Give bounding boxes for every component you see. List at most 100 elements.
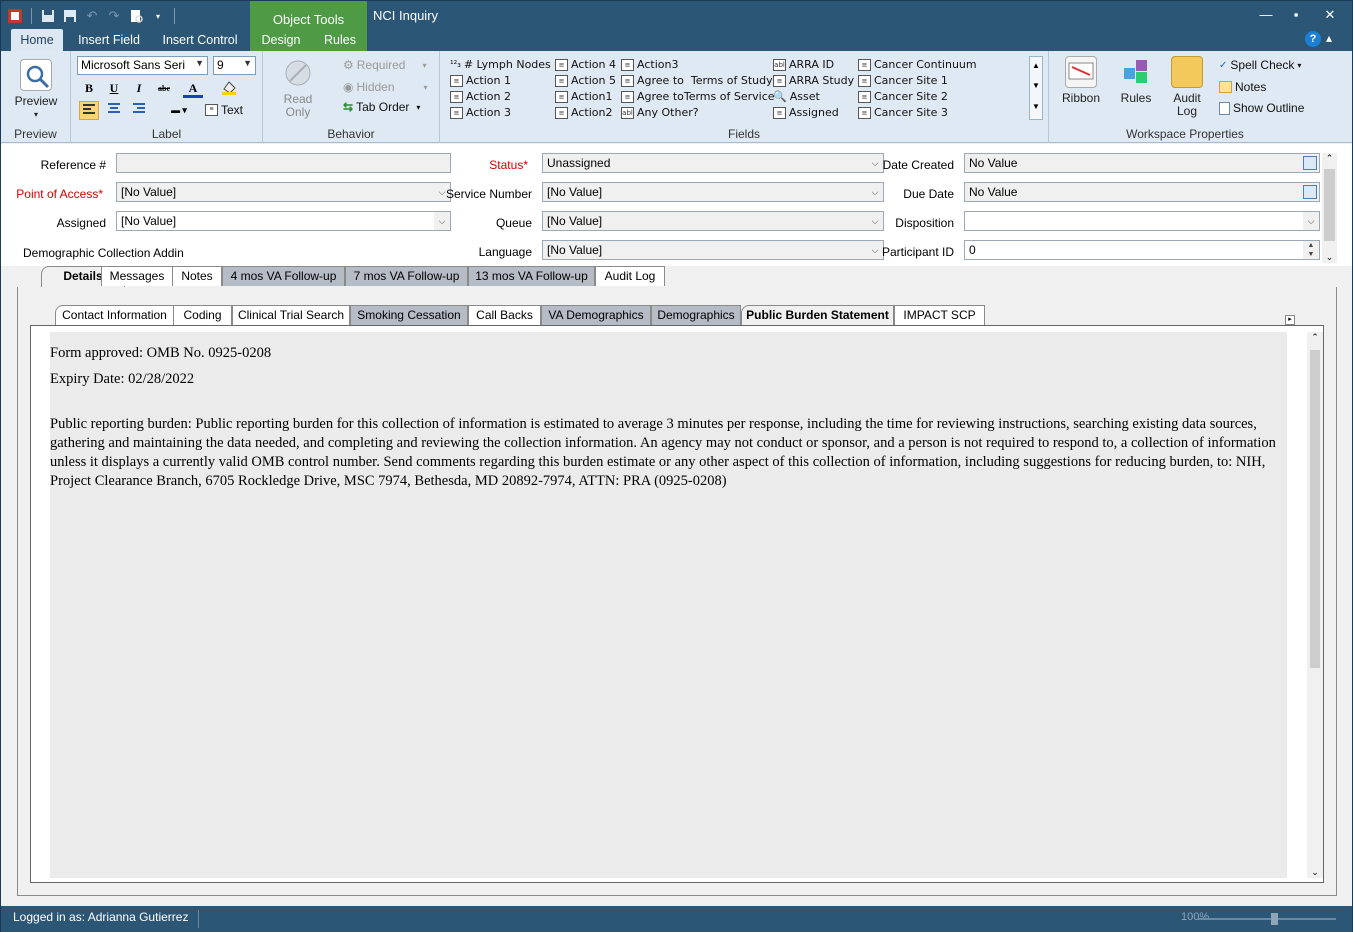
chevron-up-icon[interactable]: ⌃ [1307,332,1323,348]
field-agree-terms-study[interactable]: ≡ Agree to Terms of Study [621,74,773,87]
redo-icon[interactable]: ↷ [104,6,124,26]
calendar-icon[interactable] [1303,185,1317,199]
tab-design[interactable]: Design [255,29,307,51]
zoom-slider-handle[interactable] [1271,913,1278,925]
audit-log-button[interactable]: Audit Log [1165,56,1209,118]
scroll-thumb[interactable] [1310,350,1320,668]
field-assigned[interactable]: ≡ Assigned [773,106,839,119]
field-arra-id[interactable]: abl ARRA ID [773,58,834,71]
chevron-down-icon[interactable]: ⌄ [1307,867,1323,878]
field-asset[interactable]: 🔍 Asset [773,90,820,103]
tab-notes[interactable]: Notes [172,266,222,286]
ribbon-button[interactable]: Ribbon [1057,56,1105,105]
tab-coding[interactable]: Coding [173,305,232,325]
rules-button[interactable]: Rules [1115,56,1157,105]
tab-clinical-trial-search[interactable]: Clinical Trial Search [232,305,350,325]
tab-contact-information[interactable]: Contact Information [55,305,174,325]
close-icon[interactable]: ✕ [1315,5,1345,25]
maximize-icon[interactable]: ▪ [1281,5,1311,25]
undo-icon[interactable]: ↶ [82,6,102,26]
date-created-input[interactable]: No Value [964,153,1320,173]
tab-home[interactable]: Home [11,29,63,51]
customize-qat-icon[interactable]: ▾ [148,6,168,26]
gallery-expand-icon[interactable]: ▼ [1030,97,1042,117]
tab-4-mos-follow-up[interactable]: 4 mos VA Follow-up [222,266,345,286]
save-icon[interactable] [38,6,58,26]
field-action-1[interactable]: ≡ Action 1 [450,74,511,87]
disposition-select[interactable]: ⌵ [964,211,1320,231]
preview-button[interactable]: Preview ▾ [13,59,59,121]
print-preview-icon[interactable] [126,6,146,26]
underline-icon[interactable]: U [104,79,124,98]
form-scrollbar[interactable]: ⌃ ⌄ [1322,153,1337,263]
hidden-button[interactable]: ◉ Hidden ▾ [343,80,428,94]
align-center-icon[interactable] [104,101,124,120]
chevron-down-icon[interactable]: ⌄ [1322,252,1337,263]
ribbon-collapse-icon[interactable]: ▴ [1326,31,1340,47]
field-action-3[interactable]: ≡ Action 3 [450,106,511,119]
chevron-up-icon[interactable]: ⌃ [1322,153,1337,164]
app-menu-icon[interactable] [5,6,25,26]
tab-call-backs[interactable]: Call Backs [468,305,541,325]
save-close-icon[interactable] [60,6,80,26]
fill-color-icon[interactable] [219,79,239,98]
field-action-2[interactable]: ≡ Action 2 [450,90,511,103]
show-outline-button[interactable]: Show Outline [1219,101,1304,115]
tab-scroll-right-icon[interactable]: ▸ [1285,315,1295,325]
strikethrough-icon[interactable]: abc [154,79,174,98]
field-action2[interactable]: ≡ Action2 [555,106,612,119]
font-color-icon[interactable]: A [183,79,203,98]
tab-order-button[interactable]: ⇆ Tab Order ▾ [343,100,420,114]
field-action3[interactable]: ≡ Action3 [621,58,678,71]
field-any-other[interactable]: abl Any Other? [621,106,699,119]
chevron-down-icon[interactable]: ▼ [1030,75,1042,97]
reference-input[interactable] [116,153,451,173]
help-icon[interactable]: ? [1305,31,1321,47]
spell-check-button[interactable]: ✓ Spell Check ▾ [1219,58,1301,72]
tab-impact-scp[interactable]: IMPACT SCP [894,305,985,325]
queue-select[interactable]: [No Value] ⌵ [542,211,884,231]
spinner-icon[interactable]: ▲ ▼ [1303,241,1319,259]
status-select[interactable]: Unassigned ⌵ [542,153,884,173]
fields-gallery-scroll[interactable]: ▲ ▼ ▼ [1029,56,1043,120]
tab-demographics[interactable]: Demographics [651,305,741,325]
tab-smoking-cessation[interactable]: Smoking Cessation [350,305,468,325]
font-size-select[interactable]: 9 ▼ [213,56,256,75]
text-button[interactable]: ≡ Text [205,103,243,117]
tab-public-burden-statement[interactable]: Public Burden Statement [741,305,894,326]
language-select[interactable]: [No Value] ⌵ [542,240,884,260]
field-action-4[interactable]: ≡ Action 4 [555,58,616,71]
zoom-slider[interactable] [1198,918,1336,920]
field-cancer-site-1[interactable]: ≡ Cancer Site 1 [858,74,948,87]
notes-button[interactable]: Notes [1219,80,1266,94]
chevron-up-icon[interactable]: ▲ [1030,57,1042,75]
bold-icon[interactable]: B [79,79,99,98]
field-cancer-site-3[interactable]: ≡ Cancer Site 3 [858,106,948,119]
field-cancer-site-2[interactable]: ≡ Cancer Site 2 [858,90,948,103]
due-date-input[interactable]: No Value [964,182,1320,202]
calendar-icon[interactable] [1303,156,1317,170]
tab-audit-log[interactable]: Audit Log [595,266,665,286]
tab-insert-control[interactable]: Insert Control [154,29,246,51]
field-lymph-nodes[interactable]: ¹²₃ # Lymph Nodes [450,58,551,71]
tab-messages[interactable]: Messages [101,266,173,286]
read-only-button[interactable]: Read Only [275,57,321,119]
font-name-select[interactable]: Microsoft Sans Seri ▼ [77,56,208,75]
tab-insert-field[interactable]: Insert Field [71,29,147,51]
field-agree-terms-service[interactable]: ≡ Agree toTerms of Service [621,90,775,103]
scroll-thumb[interactable] [1324,169,1335,241]
align-right-icon[interactable] [129,101,149,120]
line-style-icon[interactable]: ▬ ▾ [164,101,194,120]
tab-7-mos-follow-up[interactable]: 7 mos VA Follow-up [345,266,468,286]
point-of-access-select[interactable]: [No Value] ⌵ [116,182,451,202]
align-left-icon[interactable] [79,101,99,120]
tab-rules[interactable]: Rules [319,29,361,51]
service-number-select[interactable]: [No Value] ⌵ [542,182,884,202]
field-cancer-continuum[interactable]: ≡ Cancer Continuum [858,58,977,71]
participant-id-input[interactable]: 0 ▲ ▼ [964,240,1320,260]
field-action-5[interactable]: ≡ Action 5 [555,74,616,87]
minimize-icon[interactable]: — [1251,5,1281,25]
required-button[interactable]: ⚙ Required ▾ [343,58,426,72]
tab-va-demographics[interactable]: VA Demographics [541,305,651,325]
tab-13-mos-follow-up[interactable]: 13 mos VA Follow-up [468,266,595,286]
